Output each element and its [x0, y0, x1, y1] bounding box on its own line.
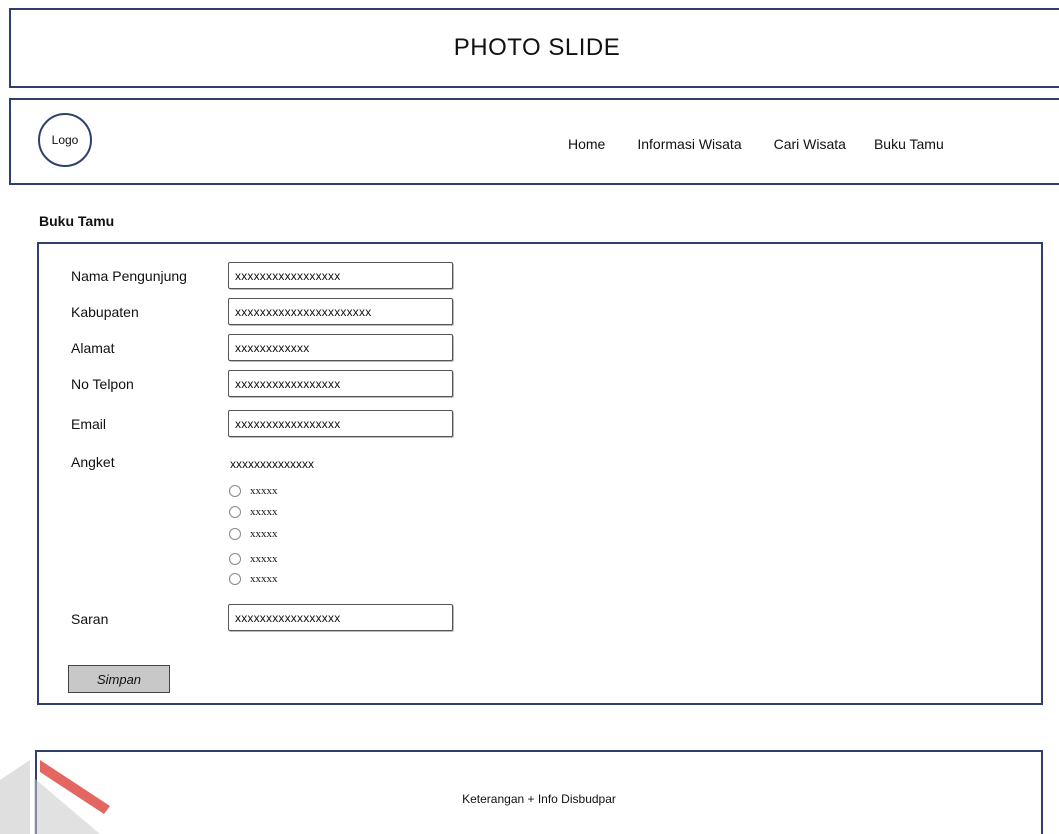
- logo[interactable]: Logo: [38, 113, 92, 167]
- angket-option[interactable]: xxxxx: [229, 551, 278, 567]
- radio-button[interactable]: [229, 485, 241, 497]
- photo-slide-banner: PHOTO SLIDE: [9, 8, 1059, 88]
- email-field[interactable]: [228, 410, 453, 437]
- angket-option-label: xxxxx: [250, 553, 278, 565]
- photo-slide-title: PHOTO SLIDE: [453, 34, 621, 61]
- email-label: Email: [71, 416, 107, 432]
- angket-option-label: xxxxx: [250, 485, 278, 497]
- radio-button[interactable]: [229, 573, 241, 585]
- angket-option-label: xxxxx: [250, 573, 278, 585]
- alamat-label: Alamat: [71, 340, 115, 356]
- no-telpon-field[interactable]: [228, 370, 453, 397]
- footer-info-text: Keterangan + Info Disbudpar: [462, 792, 616, 806]
- nama-pengunjung-label: Nama Pengunjung: [71, 268, 187, 284]
- page: PHOTO SLIDE Logo Home Informasi Wisata C…: [0, 0, 1059, 834]
- kabupaten-label: Kabupaten: [71, 304, 139, 320]
- main-menu: Home Informasi Wisata Cari Wisata Buku T…: [568, 136, 944, 152]
- saran-field[interactable]: [228, 604, 453, 631]
- page-title: Buku Tamu: [39, 213, 115, 229]
- save-button[interactable]: Simpan: [68, 665, 170, 693]
- angket-question: xxxxxxxxxxxxxx: [230, 457, 314, 471]
- nav-item-cari-wisata[interactable]: Cari Wisata: [774, 136, 846, 152]
- saran-label: Saran: [71, 611, 109, 627]
- no-telpon-label: No Telpon: [71, 376, 134, 392]
- nav-item-informasi-wisata[interactable]: Informasi Wisata: [637, 136, 741, 152]
- radio-button[interactable]: [229, 528, 241, 540]
- navigation-bar: Logo Home Informasi Wisata Cari Wisata B…: [9, 98, 1059, 185]
- angket-option[interactable]: xxxxx: [229, 526, 278, 542]
- angket-option-label: xxxxx: [250, 528, 278, 540]
- footer: Keterangan + Info Disbudpar: [35, 750, 1043, 834]
- nama-pengunjung-field[interactable]: [228, 262, 453, 289]
- radio-button[interactable]: [229, 506, 241, 518]
- angket-option-label: xxxxx: [250, 506, 278, 518]
- angket-option[interactable]: xxxxx: [229, 504, 278, 520]
- watermark-logo-icon: [0, 760, 110, 834]
- radio-button[interactable]: [229, 553, 241, 565]
- nav-item-home[interactable]: Home: [568, 136, 605, 152]
- logo-label: Logo: [51, 133, 79, 147]
- angket-option[interactable]: xxxxx: [229, 483, 278, 499]
- nav-item-buku-tamu[interactable]: Buku Tamu: [874, 136, 944, 152]
- kabupaten-field[interactable]: [228, 298, 453, 325]
- angket-label: Angket: [71, 454, 115, 470]
- angket-option[interactable]: xxxxx: [229, 571, 278, 587]
- guestbook-form: Nama Pengunjung Kabupaten Alamat No Telp…: [37, 242, 1043, 705]
- alamat-field[interactable]: [228, 334, 453, 361]
